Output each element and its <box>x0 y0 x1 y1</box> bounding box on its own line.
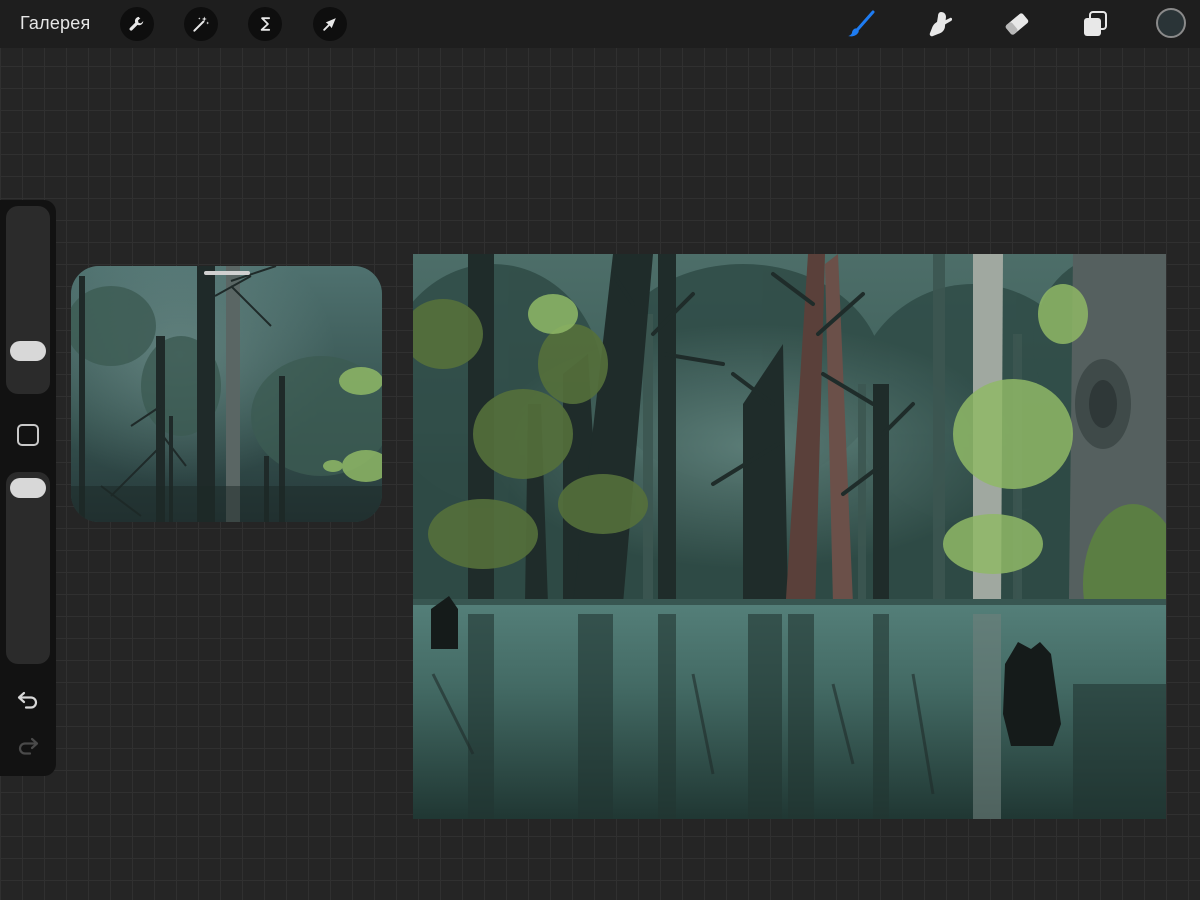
brush-tool-button[interactable] <box>843 6 879 42</box>
reference-photo <box>71 266 382 522</box>
eraser-tool-button[interactable] <box>999 6 1035 42</box>
artwork-canvas[interactable] <box>413 254 1166 819</box>
undo-button[interactable] <box>14 688 42 712</box>
color-picker-button[interactable] <box>1156 8 1186 38</box>
eraser-icon <box>1005 13 1029 35</box>
modify-button[interactable] <box>17 424 39 446</box>
selection-button[interactable] <box>248 7 282 41</box>
reference-window[interactable] <box>71 266 382 522</box>
layers-icon <box>1084 11 1107 36</box>
transform-button[interactable] <box>313 7 347 41</box>
brush-size-slider[interactable] <box>6 206 50 394</box>
selection-s-icon <box>260 17 271 31</box>
wrench-icon <box>129 16 144 31</box>
left-sidebar <box>0 200 56 776</box>
magic-wand-icon <box>193 16 210 32</box>
smudge-finger-icon <box>929 12 953 37</box>
actions-button[interactable] <box>120 7 154 41</box>
smudge-tool-button[interactable] <box>921 6 957 42</box>
redo-button[interactable] <box>14 734 42 758</box>
layers-tool-button[interactable] <box>1077 6 1113 42</box>
arrow-cursor-icon <box>323 18 336 31</box>
adjustments-button[interactable] <box>184 7 218 41</box>
brush-opacity-thumb[interactable] <box>10 478 46 498</box>
brush-opacity-slider[interactable] <box>6 472 50 664</box>
brush-size-thumb[interactable] <box>10 341 46 361</box>
brush-icon <box>848 10 875 37</box>
redo-arrow-icon <box>18 737 39 755</box>
undo-arrow-icon <box>17 691 38 709</box>
top-toolbar: Галерея <box>0 0 1200 48</box>
gallery-button[interactable]: Галерея <box>20 13 90 34</box>
reference-window-handle[interactable] <box>204 271 250 275</box>
artwork-painting <box>413 254 1166 819</box>
